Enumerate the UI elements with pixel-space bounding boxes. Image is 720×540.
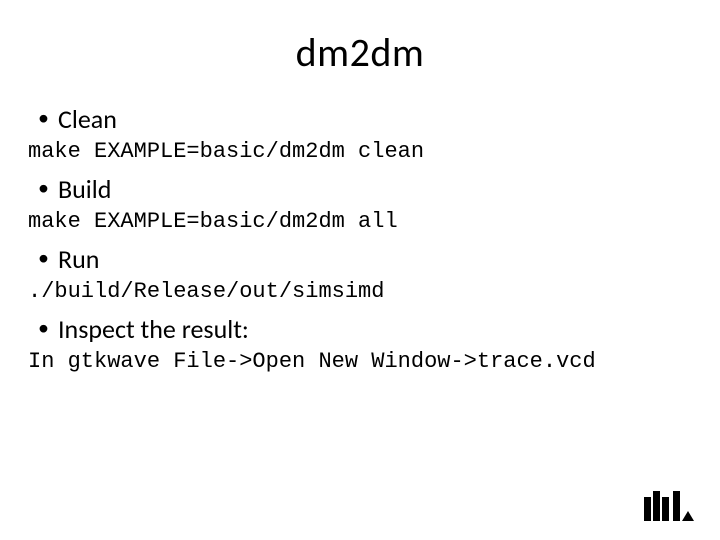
code-clean: make EXAMPLE=basic/dm2dm clean xyxy=(28,138,692,166)
code-build: make EXAMPLE=basic/dm2dm all xyxy=(28,208,692,236)
bullet-build: Build xyxy=(28,173,692,206)
logo-icon xyxy=(644,491,700,526)
slide-content: Clean make EXAMPLE=basic/dm2dm clean Bui… xyxy=(28,103,692,375)
bullet-label: Clean xyxy=(58,103,117,135)
bullet-label: Inspect the result: xyxy=(58,313,249,345)
bullet-label: Run xyxy=(58,243,99,275)
bullet-clean: Clean xyxy=(28,103,692,136)
code-run: ./build/Release/out/simsimd xyxy=(28,278,692,306)
bullet-inspect: Inspect the result: xyxy=(28,313,692,346)
code-inspect: In gtkwave File->Open New Window->trace.… xyxy=(28,348,692,376)
bullet-run: Run xyxy=(28,243,692,276)
slide-title: dm2dm xyxy=(28,28,692,77)
bullet-label: Build xyxy=(58,173,111,205)
slide: dm2dm Clean make EXAMPLE=basic/dm2dm cle… xyxy=(0,0,720,540)
